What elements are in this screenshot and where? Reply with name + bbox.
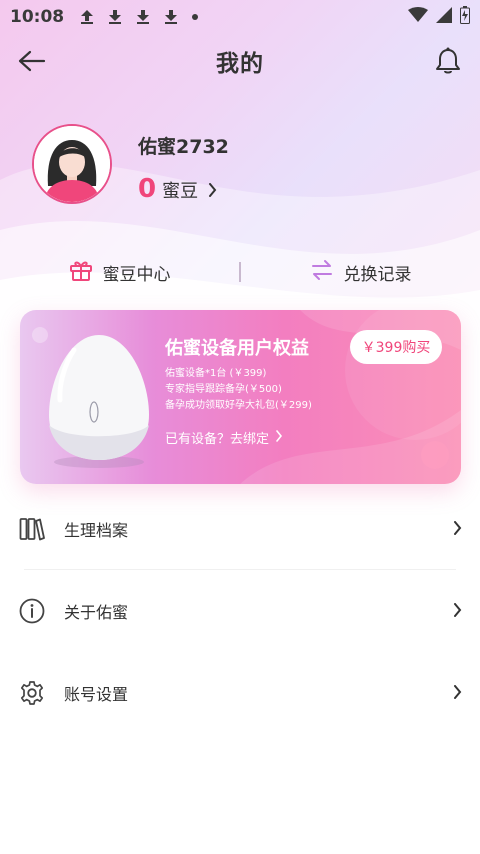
buy-button[interactable]: ￥399购买 bbox=[350, 330, 442, 364]
wifi-icon bbox=[408, 6, 428, 27]
info-icon bbox=[18, 597, 46, 625]
books-icon bbox=[18, 515, 46, 543]
settings-menu: 生理档案 关于佑蜜 账号设置 bbox=[0, 488, 480, 734]
status-time: 10:08 bbox=[10, 6, 65, 27]
username: 佑蜜2732 bbox=[138, 136, 229, 158]
beans-link[interactable]: 0 蜜豆 bbox=[138, 174, 217, 204]
exchange-record-label: 兑换记录 bbox=[343, 264, 412, 285]
exchange-arrows-icon bbox=[310, 259, 334, 286]
chevron-right-icon bbox=[275, 429, 283, 446]
benefit-line: 专家指导跟踪备孕(￥500) bbox=[165, 384, 282, 395]
menu-item-label: 账号设置 bbox=[64, 685, 129, 704]
benefit-line: 备孕成功领取好孕大礼包(￥299) bbox=[165, 400, 312, 411]
benefit-line: 佑蜜设备*1台 (￥399) bbox=[165, 368, 267, 379]
exchange-record-link[interactable]: 兑换记录 bbox=[241, 259, 480, 286]
notification-button[interactable] bbox=[432, 45, 464, 77]
avatar[interactable] bbox=[32, 124, 112, 204]
beans-count: 0 bbox=[138, 174, 157, 204]
bind-device-link[interactable]: 已有设备？去绑定 bbox=[165, 428, 283, 447]
avatar-girl-icon bbox=[34, 126, 110, 202]
bell-icon bbox=[436, 47, 460, 74]
download-icon bbox=[164, 9, 178, 25]
promo-title: 佑蜜设备用户权益 bbox=[165, 338, 309, 359]
status-bar: 10:08 bbox=[0, 0, 480, 33]
promo-benefits: 佑蜜设备*1台 (￥399) 专家指导跟踪备孕(￥500) 备孕成功领取好孕大礼… bbox=[165, 366, 312, 414]
gear-icon bbox=[18, 679, 46, 707]
back-arrow-icon bbox=[18, 50, 46, 72]
bean-center-label: 蜜豆中心 bbox=[102, 264, 171, 285]
menu-item-account-settings[interactable]: 账号设置 bbox=[0, 652, 480, 734]
upload-icon bbox=[80, 9, 94, 25]
bind-device-label: 已有设备？去绑定 bbox=[165, 432, 270, 447]
download-icon bbox=[108, 9, 122, 25]
battery-icon bbox=[460, 5, 470, 28]
menu-item-about[interactable]: 关于佑蜜 bbox=[0, 570, 480, 652]
device-promo-card[interactable]: 佑蜜设备用户权益 佑蜜设备*1台 (￥399) 专家指导跟踪备孕(￥500) 备… bbox=[20, 310, 461, 484]
chevron-right-icon bbox=[208, 182, 217, 201]
app-header: 我的 bbox=[0, 33, 480, 89]
menu-item-label: 生理档案 bbox=[64, 521, 129, 540]
menu-item-health-records[interactable]: 生理档案 bbox=[0, 488, 480, 570]
dot-icon bbox=[192, 13, 199, 20]
signal-icon bbox=[436, 6, 452, 27]
beans-label: 蜜豆 bbox=[162, 181, 199, 202]
quick-links: 蜜豆中心 兑换记录 bbox=[0, 248, 480, 296]
bean-center-link[interactable]: 蜜豆中心 bbox=[0, 259, 239, 286]
download-icon bbox=[136, 9, 150, 25]
chevron-right-icon bbox=[453, 602, 462, 621]
chevron-right-icon bbox=[453, 520, 462, 539]
device-egg-image bbox=[49, 335, 149, 468]
gift-icon bbox=[69, 259, 93, 286]
chevron-right-icon bbox=[453, 684, 462, 703]
menu-item-label: 关于佑蜜 bbox=[64, 603, 129, 622]
page-title: 我的 bbox=[216, 51, 264, 77]
back-button[interactable] bbox=[16, 45, 48, 77]
